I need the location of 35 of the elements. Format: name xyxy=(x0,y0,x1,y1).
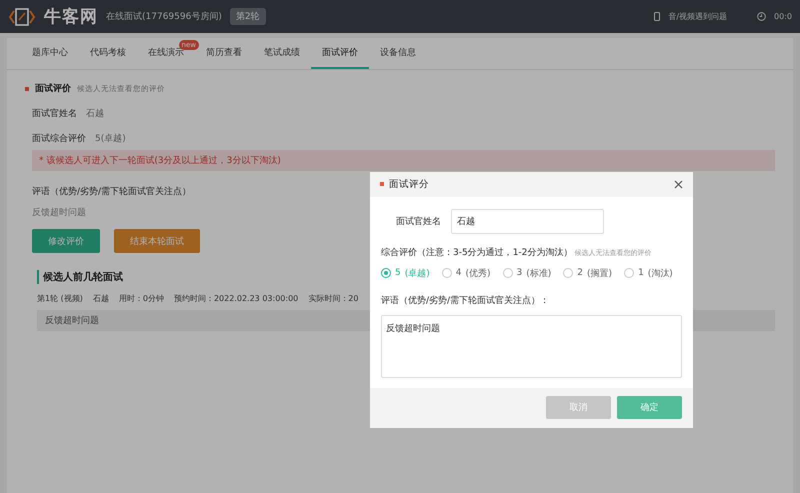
square-icon xyxy=(25,86,29,90)
logo-text: 牛客网 xyxy=(44,6,98,28)
round-info: 实际时间：20 xyxy=(308,293,358,304)
name-field[interactable]: 石越 xyxy=(451,208,604,234)
square-icon xyxy=(380,182,384,186)
logo-icon xyxy=(8,6,36,28)
name-label: 面试官姓名 xyxy=(396,216,441,228)
phone-icon xyxy=(654,12,660,21)
tab[interactable]: 题库中心 xyxy=(21,38,79,69)
dialog-title: 面试评分 xyxy=(389,178,430,191)
round-info: 第1轮 (视频) xyxy=(37,293,83,304)
tab[interactable]: 设备信息 xyxy=(369,38,427,69)
comment-field[interactable]: 反馈超时问题 xyxy=(381,314,682,378)
notice-bar: * 该候选人可进入下一轮面试(3分及以上通过，3分以下淘汰) xyxy=(32,150,775,171)
tab[interactable]: 代码考核 xyxy=(79,38,137,69)
tab[interactable]: 笔试成绩 xyxy=(253,38,311,69)
clock-icon xyxy=(757,12,766,21)
tab[interactable]: 面试评价 xyxy=(311,38,369,69)
field-value: 5(卓越) xyxy=(95,132,126,145)
field-label: 面试综合评价 xyxy=(32,132,86,145)
room-title: 在线面试(17769596号房间) xyxy=(106,10,222,23)
comment-label: 评语（优势/劣势/需下轮面试官关注点） xyxy=(31,186,192,198)
field-value: 石越 xyxy=(86,108,104,120)
close-icon[interactable] xyxy=(674,180,683,189)
round-info: 预约时间：2022.02.23 03:00:00 xyxy=(174,293,298,304)
timer: 00:0 xyxy=(774,12,792,21)
comment-text: 反馈超时问题 xyxy=(31,206,87,219)
round-info: 石越 xyxy=(92,293,109,304)
round-badge: 第2轮 xyxy=(230,8,266,25)
comment-label: 评语（优势/劣势/需下轮面试官关注点）： xyxy=(381,294,550,307)
rating-label: 综合评价（注意：3-5分为通过，1-2分为淘汰） xyxy=(381,246,572,259)
round-info: 用时：0分钟 xyxy=(118,293,164,304)
section-title: 面试评价 xyxy=(35,82,71,95)
field-label: 面试官姓名 xyxy=(32,108,77,120)
help-link[interactable]: 音/视频遇到问题 xyxy=(668,11,728,22)
